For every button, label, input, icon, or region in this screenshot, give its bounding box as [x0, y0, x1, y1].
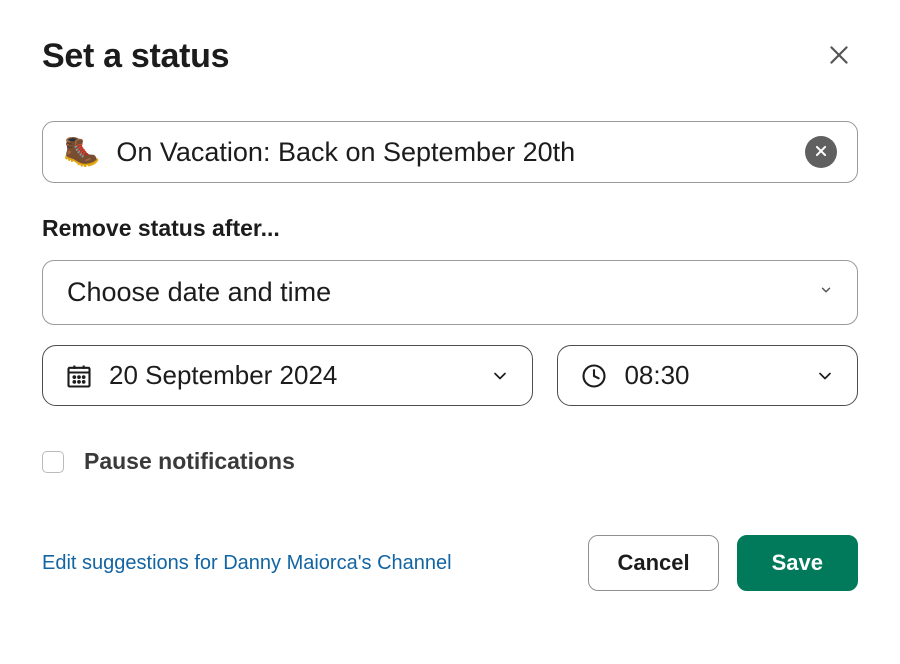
clear-icon [814, 144, 828, 161]
date-picker[interactable]: 20 September 2024 [42, 345, 533, 406]
date-time-row: 20 September 2024 08:30 [42, 345, 858, 406]
calendar-icon [65, 362, 93, 390]
status-text: On Vacation: Back on September 20th [116, 137, 789, 168]
dialog-footer: Edit suggestions for Danny Maiorca's Cha… [42, 535, 858, 591]
chevron-down-icon [815, 366, 835, 386]
footer-buttons: Cancel Save [588, 535, 858, 591]
pause-checkbox[interactable] [42, 451, 64, 473]
chevron-down-icon [819, 283, 833, 302]
dialog-title: Set a status [42, 37, 229, 76]
status-emoji-icon[interactable]: 🥾 [63, 137, 100, 167]
clear-status-button[interactable] [805, 136, 837, 168]
close-button[interactable] [820, 36, 858, 77]
time-value: 08:30 [624, 360, 799, 391]
status-input[interactable]: 🥾 On Vacation: Back on September 20th [42, 121, 858, 183]
cancel-button[interactable]: Cancel [588, 535, 718, 591]
chevron-down-icon [490, 366, 510, 386]
remove-after-value: Choose date and time [67, 277, 331, 308]
save-button[interactable]: Save [737, 535, 858, 591]
pause-notifications-row: Pause notifications [42, 448, 858, 475]
close-icon [826, 42, 852, 71]
time-picker[interactable]: 08:30 [557, 345, 858, 406]
edit-suggestions-link[interactable]: Edit suggestions for Danny Maiorca's Cha… [42, 552, 452, 575]
remove-after-label: Remove status after... [42, 215, 858, 242]
date-value: 20 September 2024 [109, 360, 474, 391]
dialog-header: Set a status [42, 36, 858, 77]
remove-after-select[interactable]: Choose date and time [42, 260, 858, 325]
clock-icon [580, 362, 608, 390]
pause-label: Pause notifications [84, 448, 295, 475]
